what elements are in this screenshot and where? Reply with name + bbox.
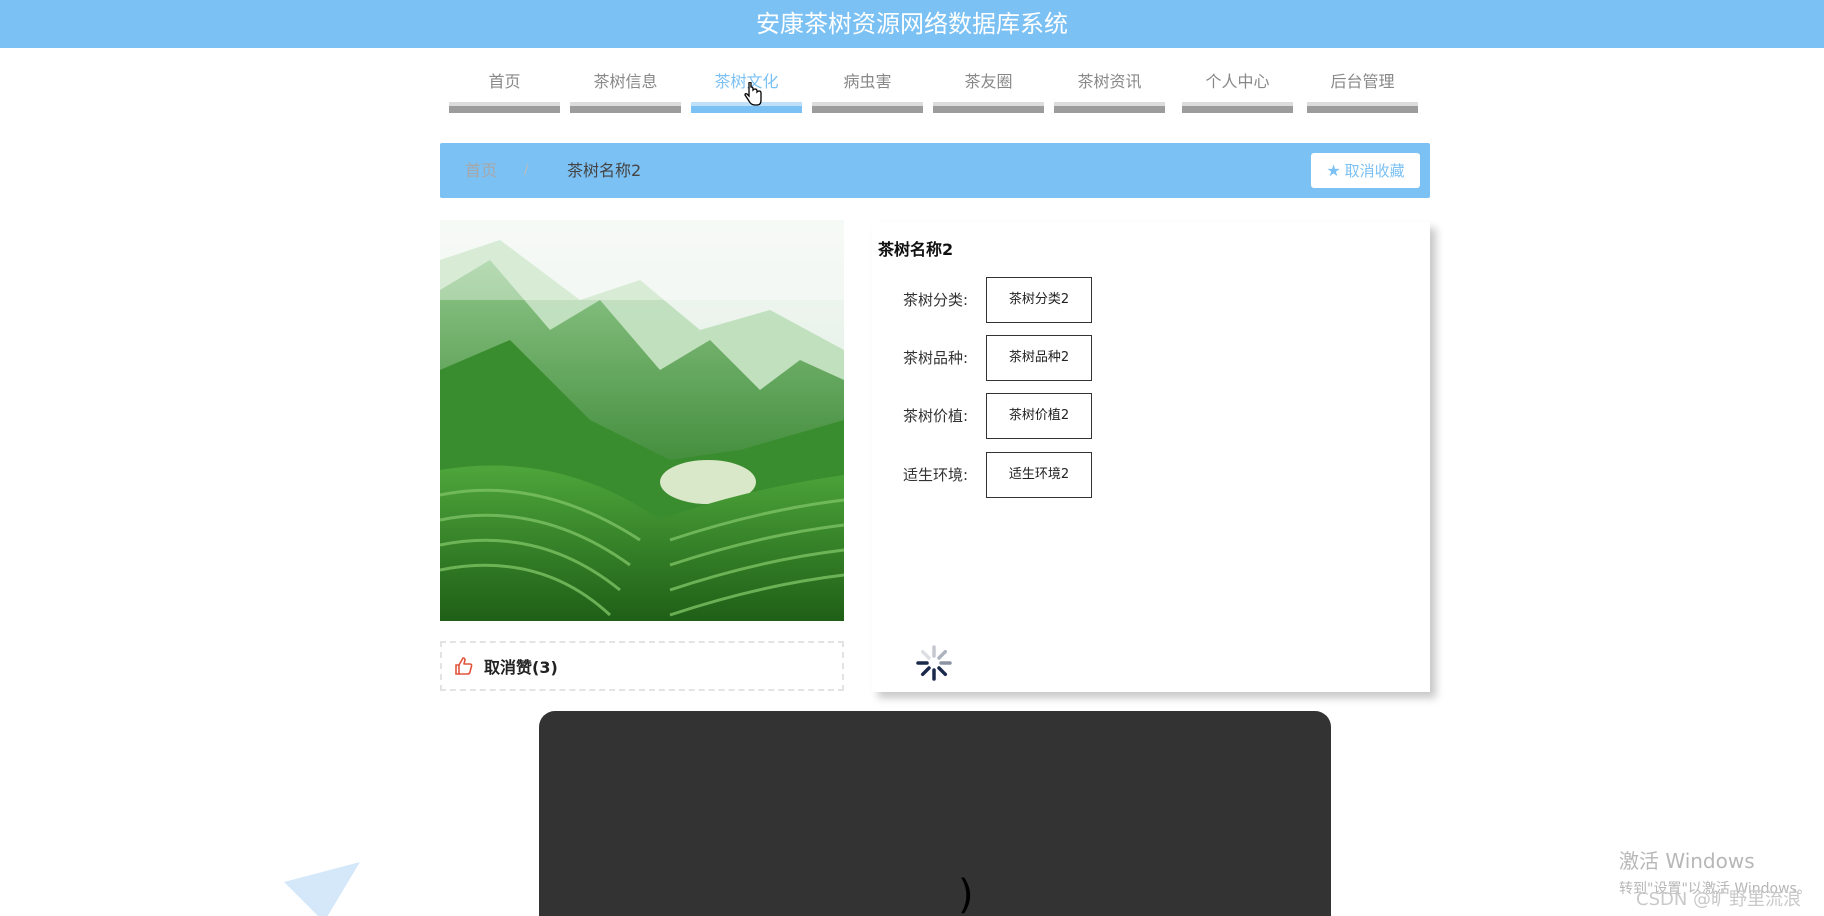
nav-item-label: 首页 xyxy=(488,72,521,91)
field-label: 茶树品种: xyxy=(902,349,968,367)
tea-detail-card: 茶树名称2 茶树分类: 茶树分类2 茶树品种: 茶树品种2 茶树价植: 茶树价植… xyxy=(872,222,1430,692)
nav-item-underline xyxy=(1054,102,1165,113)
unlike-label: 取消赞(3) xyxy=(484,658,558,677)
nav-item-underline xyxy=(449,102,560,113)
detail-row-category: 茶树分类: 茶树分类2 xyxy=(872,277,1112,323)
nav-item-underline xyxy=(570,102,681,113)
unfavorite-button-label: 取消收藏 xyxy=(1344,162,1405,180)
field-value: 茶树分类2 xyxy=(986,277,1092,323)
nav-item-underline xyxy=(812,102,923,113)
tea-name-title: 茶树名称2 xyxy=(878,240,954,259)
nav-item-label: 个人中心 xyxy=(1205,72,1270,91)
breadcrumb-bar: 首页 / 茶树名称2 ★ 取消收藏 xyxy=(440,143,1430,198)
nav-item-label: 茶树信息 xyxy=(593,72,658,91)
field-label: 茶树分类: xyxy=(902,291,968,309)
field-value: 适生环境2 xyxy=(986,452,1092,498)
nav-item-underline xyxy=(1182,102,1293,113)
main-nav: 首页 茶树信息 茶树文化 病虫害 茶友圈 茶树资讯 个人中心 后台管理 xyxy=(449,68,1421,113)
nav-item-label: 茶友圈 xyxy=(964,72,1013,91)
detail-row-variety: 茶树品种: 茶树品种2 xyxy=(872,335,1112,381)
nav-item-admin[interactable]: 后台管理 xyxy=(1307,68,1418,113)
field-value: 茶树价植2 xyxy=(986,393,1092,439)
csdn-credit: CSDN @旷野里流浪 xyxy=(1636,889,1802,910)
watermark-line1: 激活 Windows xyxy=(1619,849,1755,873)
detail-row-environment: 适生环境: 适生环境2 xyxy=(872,452,1112,498)
nav-item-underline xyxy=(1307,102,1418,113)
breadcrumb-current: 茶树名称2 xyxy=(567,161,642,180)
breadcrumb-separator: / xyxy=(524,163,529,178)
nav-item-tea-info[interactable]: 茶树信息 xyxy=(570,68,681,113)
nav-item-tea-news[interactable]: 茶树资讯 xyxy=(1054,68,1165,113)
field-label: 茶树价植: xyxy=(902,407,968,425)
dark-overlay-panel xyxy=(539,711,1331,916)
field-label: 适生环境: xyxy=(902,466,968,484)
mouse-cursor-icon xyxy=(744,82,762,106)
star-icon: ★ xyxy=(1326,161,1341,180)
app-title: 安康茶树资源网络数据库系统 xyxy=(756,10,1068,38)
breadcrumb-home-link[interactable]: 首页 xyxy=(465,143,497,198)
detail-row-value: 茶树价植: 茶树价植2 xyxy=(872,393,1112,439)
nav-item-label: 茶树资讯 xyxy=(1077,72,1142,91)
top-header: 安康茶树资源网络数据库系统 xyxy=(0,0,1824,48)
unfavorite-button[interactable]: ★ 取消收藏 xyxy=(1311,153,1420,188)
thumbs-up-icon xyxy=(455,657,473,675)
tea-plantation-image xyxy=(440,220,844,621)
nav-item-home[interactable]: 首页 xyxy=(449,68,560,113)
nav-item-label: 后台管理 xyxy=(1330,72,1395,91)
overlay-glyph: ) xyxy=(958,872,974,916)
nav-item-label: 病虫害 xyxy=(843,72,892,91)
loading-spinner-icon xyxy=(916,645,952,681)
nav-item-pests[interactable]: 病虫害 xyxy=(812,68,923,113)
field-value: 茶树品种2 xyxy=(986,335,1092,381)
nav-item-underline xyxy=(933,102,1044,113)
unlike-button[interactable]: 取消赞(3) xyxy=(440,641,844,691)
nav-item-user-center[interactable]: 个人中心 xyxy=(1182,68,1293,113)
decorative-triangle xyxy=(284,862,360,916)
nav-item-tea-circle[interactable]: 茶友圈 xyxy=(933,68,1044,113)
